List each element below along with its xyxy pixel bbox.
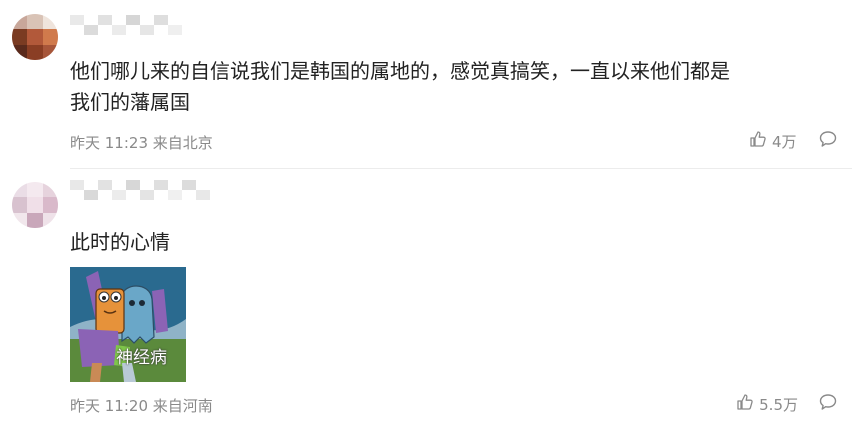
like-count: 5.5万 — [759, 395, 798, 414]
reply-button[interactable] — [818, 392, 838, 416]
comment-item: 此时的心情 神经病 昨天 11:20 来自河南 5.5万 — [0, 178, 852, 430]
comment-location: 来自北京 — [152, 134, 213, 152]
like-button[interactable]: 5.5万 — [735, 392, 798, 416]
username-blurred[interactable] — [70, 180, 218, 200]
thumbs-up-icon — [748, 129, 768, 153]
comment-bubble-icon — [818, 129, 838, 153]
reply-button[interactable] — [818, 129, 838, 153]
comment-text: 他们哪儿来的自信说我们是韩国的属地的，感觉真搞笑，一直以来他们都是 我们的藩属国 — [70, 59, 730, 114]
comment-meta: 昨天 11:23 来自北京 — [70, 132, 213, 153]
username-blurred[interactable] — [70, 15, 182, 35]
thumbs-up-icon — [735, 392, 755, 416]
sticker-image[interactable]: 神经病 — [70, 267, 186, 382]
comment-time: 昨天 11:23 — [70, 134, 148, 152]
comment-text: 此时的心情 — [70, 230, 170, 254]
like-count: 4万 — [772, 132, 797, 151]
comment-time: 昨天 11:20 — [70, 397, 148, 415]
avatar[interactable] — [12, 182, 58, 228]
comment-bubble-icon — [818, 392, 838, 416]
sticker-caption: 神经病 — [116, 348, 167, 368]
comment-location: 来自河南 — [152, 397, 213, 415]
avatar[interactable] — [12, 14, 58, 60]
comment-meta: 昨天 11:20 来自河南 — [70, 395, 213, 416]
comment-item: 他们哪儿来的自信说我们是韩国的属地的，感觉真搞笑，一直以来他们都是 我们的藩属国… — [0, 0, 852, 168]
divider — [70, 168, 852, 169]
like-button[interactable]: 4万 — [748, 129, 798, 153]
comment-actions: 5.5万 — [735, 393, 838, 415]
comment-actions: 4万 — [748, 130, 838, 152]
